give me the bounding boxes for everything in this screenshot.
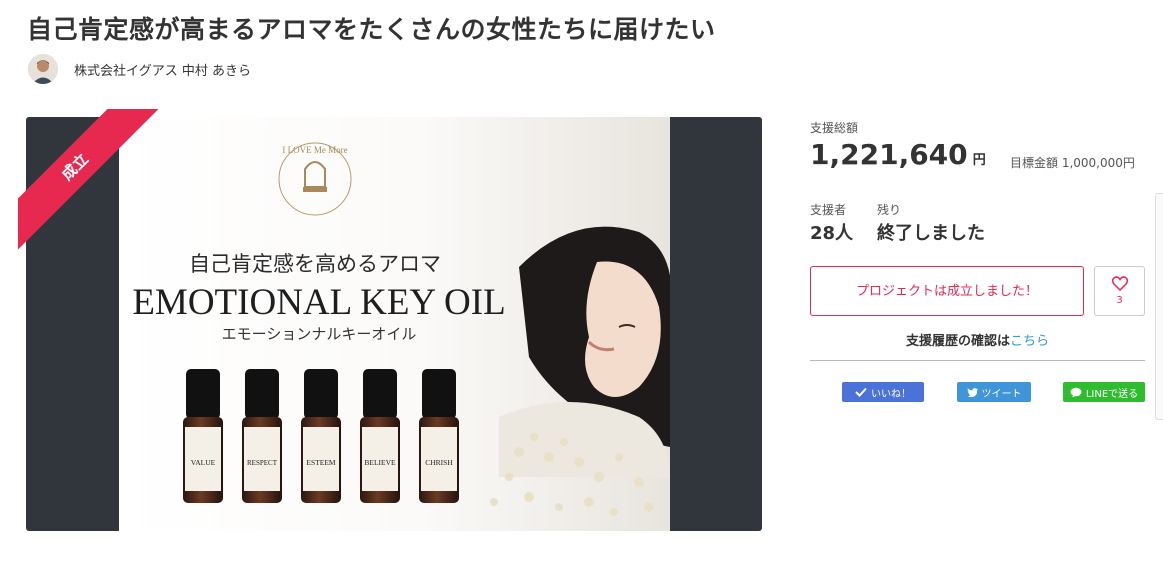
success-ribbon: 成立: [18, 109, 168, 259]
side-panel-edge[interactable]: [1155, 193, 1163, 420]
author-avatar[interactable]: [28, 54, 58, 84]
line-share-label: LINEで送る: [1085, 388, 1139, 400]
line-chat-icon: [1070, 387, 1082, 397]
hero-brand-text: I LOVE Me More: [282, 145, 347, 155]
total-amount: 1,221,640 円: [810, 138, 986, 171]
hero-illustration: I LOVE Me More 自己肯定感を高めるアロマ EMOTIONAL KE…: [119, 117, 670, 531]
facebook-like-button[interactable]: いいね！: [842, 382, 924, 402]
support-history-text: 支援履歴の確認は: [905, 334, 1010, 349]
line-share-button[interactable]: LINEで送る: [1063, 382, 1145, 402]
remaining-label: 残り: [877, 203, 902, 217]
like-count: 3: [1116, 295, 1123, 306]
project-title: 自己肯定感が高まるアロマをたくさんの女性たちに届けたい: [27, 15, 716, 44]
total-label: 支援総額: [810, 121, 859, 135]
hero-headline: 自己肯定感を高めるアロマ: [189, 252, 441, 276]
remaining-value: 終了しました: [877, 223, 985, 244]
goal-amount: 目標金額 1,000,000円: [1010, 156, 1135, 170]
backers-value: 28人: [810, 223, 854, 244]
hero-visual: I LOVE Me More 自己肯定感を高めるアロマ EMOTIONAL KE…: [119, 117, 670, 531]
author-row[interactable]: 株式会社イグアス 中村 あきら: [28, 52, 251, 86]
bottle-label: ESTEEM: [306, 458, 335, 467]
hero-product-kana: エモーションナルキーオイル: [222, 325, 417, 343]
project-success-button[interactable]: プロジェクトは成立しました！: [810, 266, 1084, 316]
bottle-label: BELIEVE: [364, 458, 396, 467]
tweet-label: ツイート: [981, 388, 1022, 400]
twitter-bird-icon: [966, 387, 978, 397]
like-button[interactable]: 3: [1094, 266, 1145, 316]
facebook-like-label: いいね！: [871, 388, 911, 400]
support-history-link[interactable]: こちら: [1010, 334, 1049, 349]
total-value: 1,221,640: [810, 138, 968, 171]
author-name[interactable]: 株式会社イグアス 中村 あきら: [74, 60, 251, 79]
avatar-portrait-icon: [28, 54, 58, 84]
heart-icon: [1111, 276, 1128, 292]
backers-label: 支援者: [810, 203, 847, 217]
hero-product-name: EMOTIONAL KEY OIL: [132, 282, 505, 323]
total-yen: 円: [972, 153, 986, 168]
success-badge: 成立: [18, 109, 162, 254]
bottle-label: CHRISH: [425, 458, 453, 467]
bottle-label: VALUE: [191, 458, 216, 467]
tweet-button[interactable]: ツイート: [957, 382, 1031, 402]
bottle-label: RESPECT: [247, 459, 278, 467]
check-icon: [855, 387, 867, 397]
divider: [810, 360, 1145, 361]
support-history: 支援履歴の確認はこちら: [810, 330, 1145, 349]
